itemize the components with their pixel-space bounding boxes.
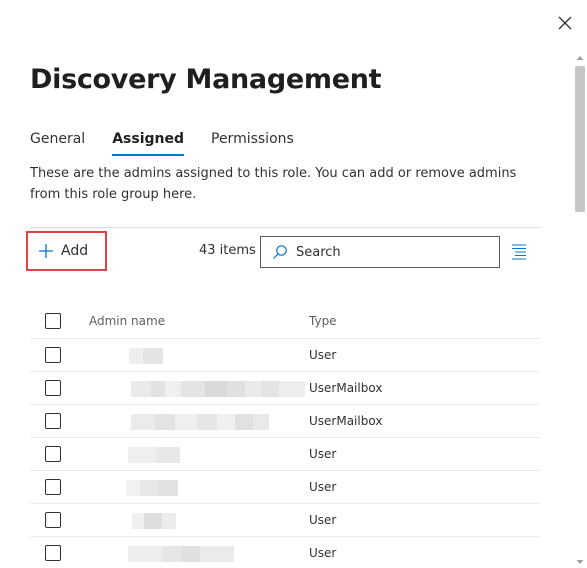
row-checkbox[interactable] [45, 347, 61, 363]
table-row[interactable]: User [30, 471, 540, 504]
redacted-admin-name [76, 504, 309, 536]
view-options-icon [512, 244, 526, 260]
table-row[interactable]: User [30, 339, 540, 372]
add-button-label: Add [61, 243, 89, 259]
admin-type: User [309, 513, 337, 527]
redacted-admin-name [76, 537, 309, 568]
row-checkbox[interactable] [45, 545, 61, 561]
plus-icon [38, 243, 54, 259]
table-row[interactable]: UserMailbox [30, 372, 540, 405]
search-box[interactable] [260, 236, 500, 268]
admin-type: User [309, 447, 337, 461]
admin-type: User [309, 546, 337, 560]
column-header-type[interactable]: Type [309, 314, 337, 328]
redacted-admin-name [76, 405, 309, 437]
row-checkbox[interactable] [45, 413, 61, 429]
add-admin-button[interactable]: Add [26, 231, 107, 271]
close-button[interactable] [554, 12, 576, 34]
tab-assigned[interactable]: Assigned [112, 131, 184, 156]
row-checkbox[interactable] [45, 512, 61, 528]
select-all-checkbox[interactable] [45, 313, 61, 329]
items-count: 43 items [199, 243, 256, 258]
table-header: Admin name Type [30, 304, 540, 339]
scroll-down-arrow-icon[interactable] [573, 554, 587, 568]
table-row[interactable]: User [30, 438, 540, 471]
admin-type: User [309, 348, 337, 362]
row-checkbox[interactable] [45, 446, 61, 462]
table-row[interactable]: User [30, 504, 540, 537]
admins-table: Admin name Type User UserMailbox UserMai… [30, 304, 540, 568]
tab-bar: General Assigned Permissions [30, 131, 321, 156]
table-row[interactable]: UserMailbox [30, 405, 540, 438]
table-row[interactable]: User [30, 537, 540, 568]
role-description: These are the admins assigned to this ro… [30, 166, 517, 202]
panel-scrollbar[interactable] [573, 50, 587, 568]
search-input[interactable] [296, 244, 486, 260]
scroll-thumb[interactable] [575, 66, 585, 212]
redacted-admin-name [76, 471, 309, 503]
admin-type: User [309, 480, 337, 494]
view-options-button[interactable] [510, 242, 528, 260]
panel-title: Discovery Management [30, 64, 382, 95]
row-checkbox[interactable] [45, 380, 61, 396]
column-header-admin-name[interactable]: Admin name [76, 314, 309, 328]
redacted-admin-name [76, 339, 309, 371]
tab-permissions[interactable]: Permissions [211, 131, 294, 156]
search-icon [273, 245, 287, 259]
row-checkbox[interactable] [45, 479, 61, 495]
divider [30, 227, 540, 228]
admin-type: UserMailbox [309, 381, 383, 395]
tab-general[interactable]: General [30, 131, 85, 156]
redacted-admin-name [76, 438, 309, 470]
admin-type: UserMailbox [309, 414, 383, 428]
redacted-admin-name [76, 372, 309, 404]
close-icon [558, 16, 572, 30]
scroll-up-arrow-icon[interactable] [573, 50, 587, 64]
